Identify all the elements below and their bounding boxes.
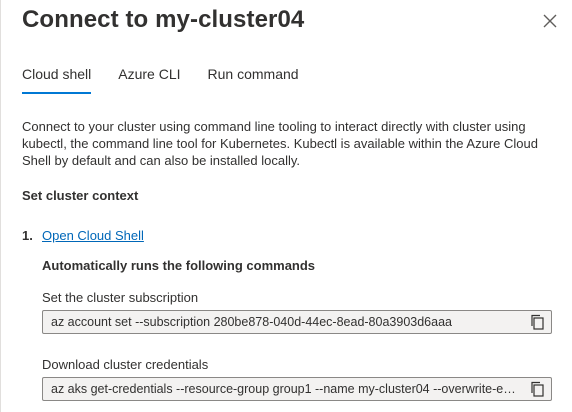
credentials-command-text: az aks get-credentials --resource-group … <box>51 382 519 396</box>
subscription-command-text: az account set --subscription 280be878-0… <box>51 315 452 329</box>
connect-panel: Connect to my-cluster04 Cloud shell Azur… <box>0 0 572 412</box>
step-subheading: Automatically runs the following command… <box>42 258 316 273</box>
credentials-label: Download cluster credentials <box>42 357 209 372</box>
tab-azure-cli[interactable]: Azure CLI <box>118 60 180 90</box>
tab-cloud-shell[interactable]: Cloud shell <box>22 60 92 94</box>
step-number: 1. <box>22 228 33 243</box>
description-text: Connect to your cluster using command li… <box>22 119 538 168</box>
copy-icon[interactable] <box>529 381 545 397</box>
subscription-command-box: az account set --subscription 280be878-0… <box>42 310 552 334</box>
open-cloud-shell-link[interactable]: Open Cloud Shell <box>42 228 144 243</box>
close-icon[interactable] <box>541 12 559 30</box>
copy-icon[interactable] <box>529 314 545 330</box>
credentials-command-box: az aks get-credentials --resource-group … <box>42 377 552 401</box>
subscription-label: Set the cluster subscription <box>42 290 199 305</box>
tab-bar: Cloud shell Azure CLI Run command <box>22 60 326 96</box>
panel-title: Connect to my-cluster04 <box>22 6 305 33</box>
tab-run-command[interactable]: Run command <box>208 60 299 90</box>
section-heading: Set cluster context <box>22 188 139 203</box>
